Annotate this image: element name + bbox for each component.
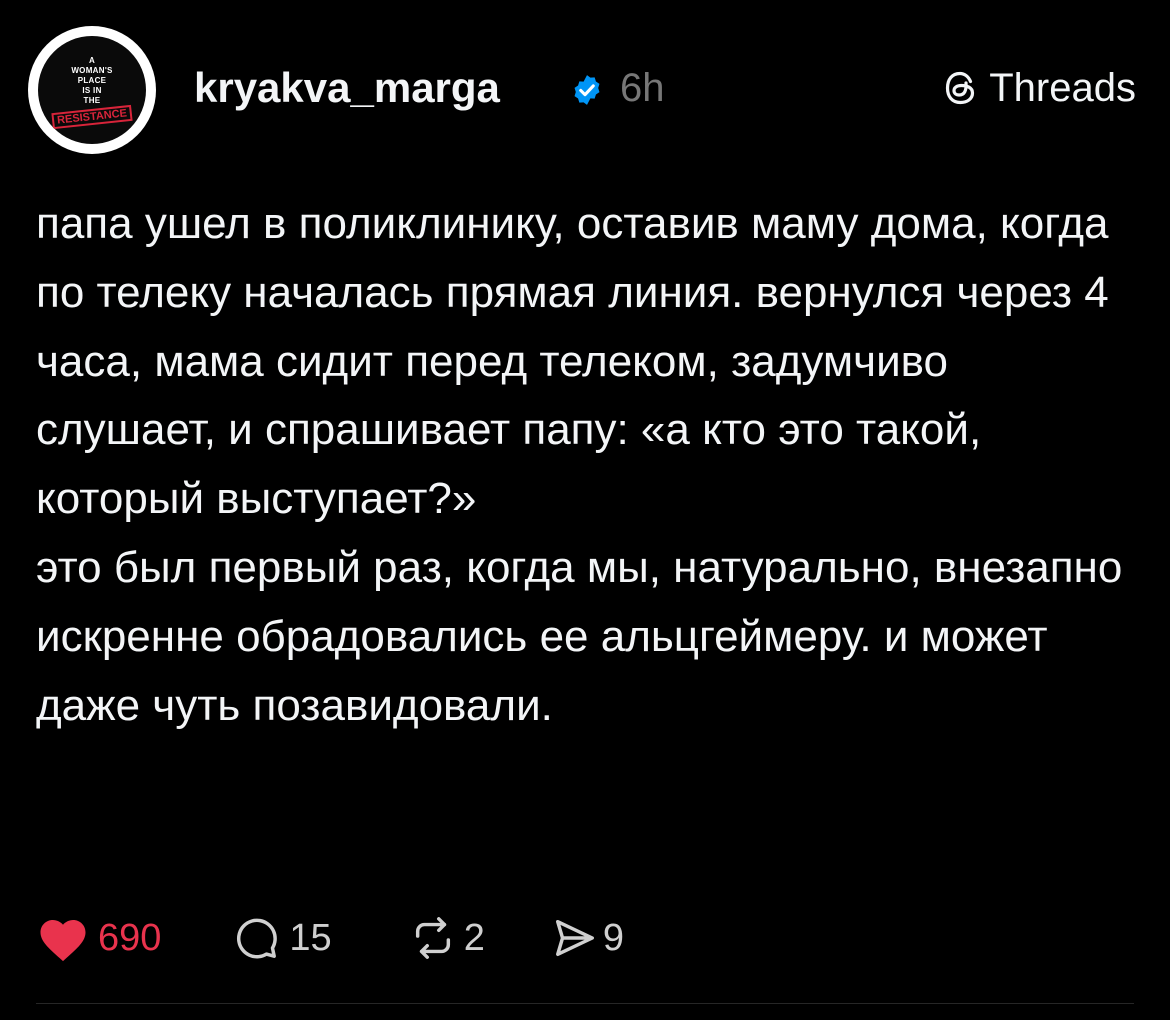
post-paragraph: это был первый раз, когда мы, натурально… xyxy=(36,542,1123,730)
username[interactable]: kryakva_marga xyxy=(194,60,500,116)
share-button[interactable]: 9 xyxy=(551,915,624,961)
post-body: папа ушел в поликлинику, оставив маму до… xyxy=(36,190,1136,740)
repost-icon xyxy=(415,917,450,959)
avatar-stamp: RESISTANCE xyxy=(51,104,133,129)
avatar-text: A WOMAN'S PLACE IS IN THE xyxy=(71,55,113,105)
avatar-image: A WOMAN'S PLACE IS IN THE RESISTANCE xyxy=(38,36,146,144)
send-icon xyxy=(555,919,594,957)
threads-brand-label: Threads xyxy=(989,66,1136,110)
like-button[interactable]: 690 xyxy=(36,913,161,963)
threads-brand[interactable]: Threads xyxy=(941,62,1136,114)
threads-logo-icon xyxy=(946,71,975,105)
share-count: 9 xyxy=(602,916,624,959)
like-count: 690 xyxy=(98,916,162,959)
repost-count: 2 xyxy=(463,916,485,959)
post-timestamp: 6h xyxy=(620,66,665,110)
reply-count: 15 xyxy=(289,916,332,959)
verified-badge-icon xyxy=(574,75,600,105)
threads-post-screen: A WOMAN'S PLACE IS IN THE RESISTANCE kry… xyxy=(0,0,1170,1020)
divider xyxy=(36,1003,1134,1004)
avatar[interactable]: A WOMAN'S PLACE IS IN THE RESISTANCE xyxy=(28,26,156,154)
repost-button[interactable]: 2 xyxy=(410,915,485,961)
post-paragraph: папа ушел в поликлинику, оставив маму до… xyxy=(36,199,1109,524)
comment-icon xyxy=(237,918,278,959)
action-bar: 690 15 2 9 xyxy=(36,908,624,968)
heart-icon xyxy=(40,920,86,962)
reply-button[interactable]: 15 xyxy=(233,915,332,961)
